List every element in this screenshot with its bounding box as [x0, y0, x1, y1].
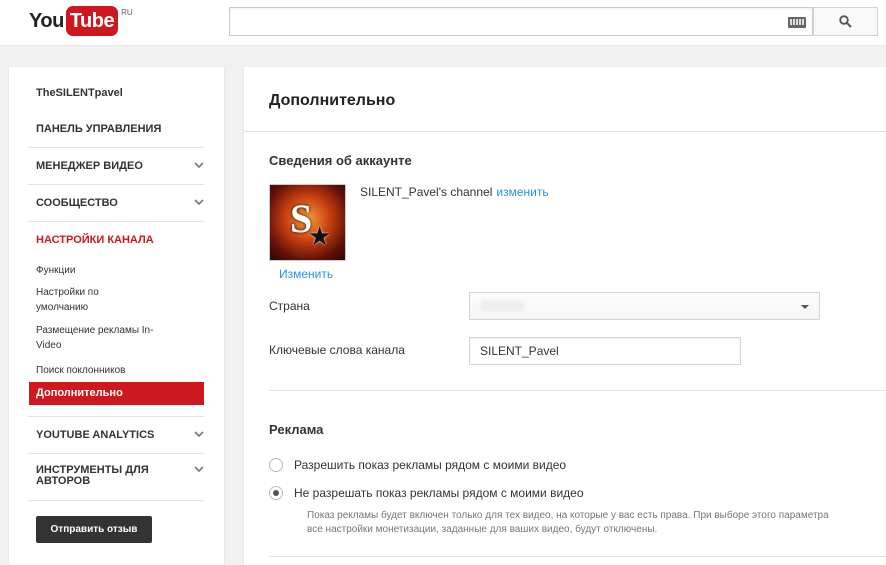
logo-you-text: You [29, 10, 64, 32]
search-input[interactable] [229, 7, 813, 36]
logo-tube-text: Tube [65, 6, 119, 36]
sidebar-item-label: YOUTUBE ANALYTICS [36, 429, 155, 441]
sidebar-item-video-manager[interactable]: МЕНЕДЖЕР ВИДЕО [36, 160, 204, 172]
sidebar-subitem-fan-finder[interactable]: Поиск поклонников [36, 363, 125, 378]
divider [28, 221, 204, 222]
chevron-down-icon [194, 197, 204, 207]
sidebar: TheSILENTpavel ПАНЕЛЬ УПРАВЛЕНИЯ МЕНЕДЖЕ… [9, 67, 224, 565]
chevron-down-icon [194, 160, 204, 170]
divider [28, 416, 204, 417]
logo-region: RU [121, 8, 133, 17]
keywords-label: Ключевые слова канала [269, 343, 405, 357]
keywords-input[interactable]: SILENT_Pavel [469, 337, 741, 365]
country-label: Страна [269, 299, 310, 313]
page-title: Дополнительно [269, 92, 396, 109]
sidebar-item-label: МЕНЕДЖЕР ВИДЕО [36, 160, 143, 172]
divider [269, 556, 886, 557]
star-icon: ★ [308, 221, 332, 251]
country-value-blurred [480, 300, 524, 312]
masthead: You Tube RU [0, 0, 886, 46]
channel-change-link[interactable]: изменить [496, 185, 548, 199]
sidebar-item-dashboard[interactable]: ПАНЕЛЬ УПРАВЛЕНИЯ [36, 123, 204, 135]
radio-label: Не разрешать показ рекламы рядом с моими… [294, 486, 584, 500]
keyboard-icon[interactable] [788, 17, 806, 28]
divider [28, 500, 204, 501]
ads-note: Показ рекламы будет включен только для т… [307, 510, 829, 535]
channel-avatar[interactable]: S ★ [269, 184, 346, 261]
channel-name-row: SILENT_Pavel's channel изменить [360, 185, 549, 199]
ads-section-title: Реклама [269, 422, 324, 437]
search-button[interactable] [813, 7, 878, 36]
chevron-down-icon [194, 465, 204, 475]
search-icon [839, 15, 852, 28]
divider [28, 147, 204, 148]
divider [28, 184, 204, 185]
sidebar-item-community[interactable]: СООБЩЕСТВО [36, 197, 204, 209]
sidebar-item-analytics[interactable]: YOUTUBE ANALYTICS [36, 429, 204, 441]
radio-button[interactable] [269, 458, 283, 472]
account-section-title: Сведения об аккаунте [269, 153, 412, 168]
channel-display-name: SILENT_Pavel's channel [360, 185, 493, 199]
main-panel: Дополнительно Сведения об аккаунте S ★ И… [244, 67, 886, 565]
sidebar-item-label: ИНСТРУМЕНТЫ ДЛЯ АВТОРОВ [36, 464, 149, 487]
sidebar-subitem-advanced[interactable]: Дополнительно [29, 382, 204, 405]
radio-button-checked[interactable] [269, 486, 283, 500]
chevron-down-icon [194, 429, 204, 439]
divider [244, 131, 886, 132]
ads-option-disallow[interactable]: Не разрешать показ рекламы рядом с моими… [269, 486, 584, 500]
sidebar-channel-name[interactable]: TheSILENTpavel [36, 87, 123, 99]
sidebar-subitem-invideo-ads[interactable]: Размещение рекламы In-Video [36, 323, 166, 353]
change-photo-link[interactable]: Изменить [279, 267, 333, 281]
sidebar-subitem-features[interactable]: Функции [36, 263, 75, 278]
youtube-logo[interactable]: You Tube RU [29, 6, 133, 36]
sidebar-item-label: СООБЩЕСТВО [36, 197, 118, 209]
country-select[interactable] [469, 292, 820, 320]
dropdown-caret-icon [801, 305, 809, 309]
radio-label: Разрешить показ рекламы рядом с моими ви… [294, 458, 567, 472]
ads-option-allow[interactable]: Разрешить показ рекламы рядом с моими ви… [269, 458, 566, 472]
sidebar-item-channel-settings[interactable]: НАСТРОЙКИ КАНАЛА [36, 234, 204, 246]
sidebar-item-creator-tools[interactable]: ИНСТРУМЕНТЫ ДЛЯ АВТОРОВ [36, 465, 204, 487]
sidebar-subitem-defaults[interactable]: Настройки по умолчанию [36, 285, 136, 315]
divider [269, 390, 886, 391]
divider [28, 453, 204, 454]
send-feedback-button[interactable]: Отправить отзыв [36, 516, 152, 543]
